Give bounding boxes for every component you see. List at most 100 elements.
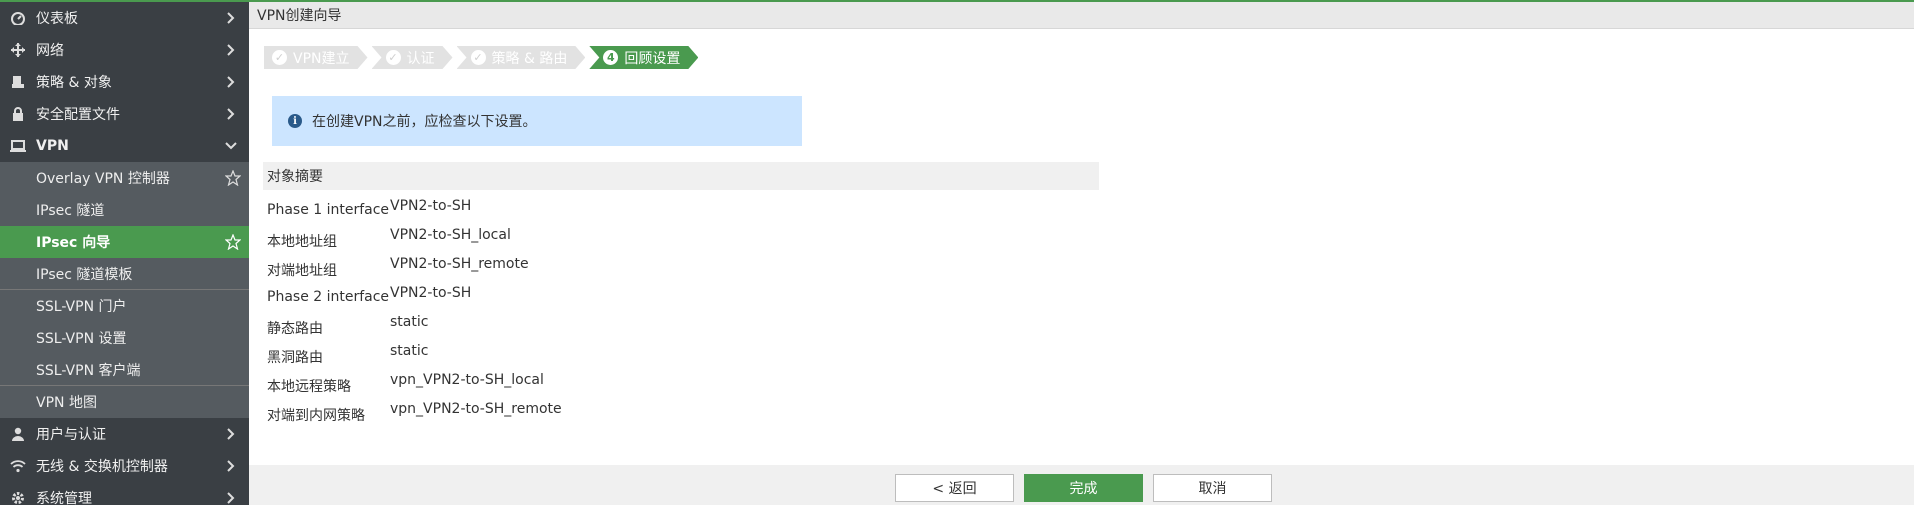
- summary-row: Phase 1 interface VPN2-to-SH: [263, 196, 562, 225]
- dashboard-icon: [10, 10, 26, 26]
- network-icon: [10, 42, 26, 58]
- summary-value: vpn_VPN2-to-SH_remote: [390, 401, 562, 417]
- page-title-text: VPN创建向导: [257, 8, 342, 24]
- summary-key: 黑洞路由: [267, 350, 323, 366]
- step-review-settings[interactable]: 4 回顾设置: [589, 46, 698, 69]
- sidebar-subitem-ipsec-tunnel[interactable]: IPsec 隧道: [0, 194, 249, 226]
- info-message: i 在创建VPN之前，应检查以下设置。: [272, 96, 802, 146]
- step-label: 策略 & 路由: [491, 50, 568, 67]
- summary-value: vpn_VPN2-to-SH_local: [390, 372, 544, 388]
- laptop-icon: [10, 138, 26, 154]
- sidebar-subitem-ssl-settings[interactable]: SSL-VPN 设置: [0, 322, 249, 354]
- summary-list: Phase 1 interface VPN2-to-SH 本地地址组 VPN2-…: [263, 196, 562, 428]
- sidebar-subitem-ipsec-wizard[interactable]: IPsec 向导: [0, 226, 249, 258]
- sidebar-subitem-overlay-vpn[interactable]: Overlay VPN 控制器: [0, 162, 249, 194]
- sidebar-subitem-ssl-client[interactable]: SSL-VPN 客户端: [0, 354, 249, 386]
- sidebar-item-security-profiles[interactable]: 安全配置文件: [0, 98, 249, 130]
- sidebar-subitem-label: IPsec 隧道模板: [36, 266, 133, 283]
- chevron-right-icon: [223, 490, 239, 505]
- summary-key: 对端到内网策略: [267, 408, 365, 424]
- sidebar-subitem-ssl-portal[interactable]: SSL-VPN 门户: [0, 290, 249, 322]
- summary-value: static: [390, 343, 429, 359]
- summary-title: 对象摘要: [267, 169, 323, 185]
- sidebar-item-network[interactable]: 网络: [0, 34, 249, 66]
- summary-key: 静态路由: [267, 321, 323, 337]
- sidebar-item-label: VPN: [36, 138, 69, 154]
- check-icon: ✓: [471, 50, 486, 65]
- chevron-down-icon: [223, 138, 239, 154]
- chevron-right-icon: [223, 42, 239, 58]
- sidebar-item-label: 安全配置文件: [36, 107, 120, 123]
- check-icon: ✓: [272, 50, 287, 65]
- star-icon[interactable]: [224, 169, 242, 187]
- step-label: 认证: [406, 50, 435, 67]
- sidebar-item-label: 系统管理: [36, 491, 92, 505]
- step-vpn-setup[interactable]: ✓ VPN建立: [264, 46, 368, 69]
- chevron-right-icon: [223, 74, 239, 90]
- sidebar-subitem-label: IPsec 隧道: [36, 203, 105, 219]
- policy-icon: [10, 74, 26, 90]
- sidebar-item-policy[interactable]: 策略 & 对象: [0, 66, 249, 98]
- chevron-right-icon: [223, 458, 239, 474]
- sidebar-item-label: 仪表板: [36, 11, 78, 27]
- info-icon: i: [288, 114, 302, 128]
- sidebar-subitem-label: IPsec 向导: [36, 235, 111, 251]
- sidebar-subitem-vpn-map[interactable]: VPN 地图: [0, 386, 249, 418]
- summary-row: 本地远程策略 vpn_VPN2-to-SH_local: [263, 370, 562, 399]
- summary-row: Phase 2 interface VPN2-to-SH: [263, 283, 562, 312]
- gear-icon: [10, 490, 26, 505]
- user-icon: [10, 426, 26, 442]
- sidebar-item-dashboard[interactable]: 仪表板: [0, 2, 249, 34]
- sidebar-item-user-auth[interactable]: 用户与认证: [0, 418, 249, 450]
- summary-key: Phase 2 interface: [267, 289, 390, 305]
- summary-value: VPN2-to-SH_local: [390, 227, 511, 243]
- sidebar-subitem-label: SSL-VPN 门户: [36, 299, 127, 315]
- step-number-icon: 4: [603, 50, 618, 65]
- sidebar-item-label: 策略 & 对象: [36, 75, 112, 91]
- sidebar: 仪表板 网络 策略 & 对象 安全配置文件 VPN Overlay VPN 控制…: [0, 2, 249, 505]
- star-icon[interactable]: [224, 233, 242, 251]
- page-title: VPN创建向导: [249, 2, 1914, 29]
- check-icon: ✓: [386, 50, 401, 65]
- wifi-icon: [10, 458, 26, 474]
- sidebar-item-label: 无线 & 交换机控制器: [36, 459, 168, 475]
- finish-button[interactable]: 完成: [1024, 474, 1143, 502]
- wizard-steps: ✓ VPN建立 ✓ 认证 ✓ 策略 & 路由 4 回顾设置: [264, 46, 702, 69]
- step-policy-routing[interactable]: ✓ 策略 & 路由: [457, 46, 586, 69]
- step-authentication[interactable]: ✓ 认证: [372, 46, 453, 69]
- cancel-button[interactable]: 取消: [1153, 474, 1272, 502]
- summary-value: VPN2-to-SH: [390, 198, 472, 214]
- sidebar-subitem-label: SSL-VPN 设置: [36, 331, 127, 347]
- sidebar-item-wireless[interactable]: 无线 & 交换机控制器: [0, 450, 249, 482]
- summary-key: 本地远程策略: [267, 379, 351, 395]
- chevron-right-icon: [223, 426, 239, 442]
- sidebar-subitem-label: SSL-VPN 客户端: [36, 362, 141, 379]
- main-panel: VPN创建向导 ✓ VPN建立 ✓ 认证 ✓ 策略 & 路由 4 回顾设置 i …: [249, 2, 1914, 505]
- summary-row: 本地地址组 VPN2-to-SH_local: [263, 225, 562, 254]
- sidebar-item-label: 网络: [36, 43, 64, 59]
- step-label: VPN建立: [293, 50, 350, 67]
- summary-row: 黑洞路由 static: [263, 341, 562, 370]
- chevron-right-icon: [223, 10, 239, 26]
- sidebar-item-system[interactable]: 系统管理: [0, 482, 249, 505]
- chevron-right-icon: [223, 106, 239, 122]
- sidebar-item-label: 用户与认证: [36, 427, 106, 443]
- summary-row: 对端到内网策略 vpn_VPN2-to-SH_remote: [263, 399, 562, 428]
- summary-value: static: [390, 314, 429, 330]
- back-button[interactable]: < 返回: [895, 474, 1014, 502]
- step-label: 回顾设置: [624, 50, 681, 67]
- sidebar-subitem-label: VPN 地图: [36, 395, 97, 411]
- summary-key: Phase 1 interface: [267, 202, 390, 218]
- summary-key: 对端地址组: [267, 263, 337, 279]
- footer-bar: < 返回 完成 取消: [249, 465, 1914, 505]
- summary-row: 静态路由 static: [263, 312, 562, 341]
- summary-value: VPN2-to-SH: [390, 285, 472, 301]
- summary-row: 对端地址组 VPN2-to-SH_remote: [263, 254, 562, 283]
- info-text: 在创建VPN之前，应检查以下设置。: [312, 114, 537, 130]
- summary-value: VPN2-to-SH_remote: [390, 256, 529, 272]
- sidebar-subitem-label: Overlay VPN 控制器: [36, 171, 170, 187]
- sidebar-subitem-ipsec-template[interactable]: IPsec 隧道模板: [0, 258, 249, 290]
- summary-key: 本地地址组: [267, 234, 337, 250]
- sidebar-item-vpn[interactable]: VPN: [0, 130, 249, 162]
- lock-icon: [10, 106, 26, 122]
